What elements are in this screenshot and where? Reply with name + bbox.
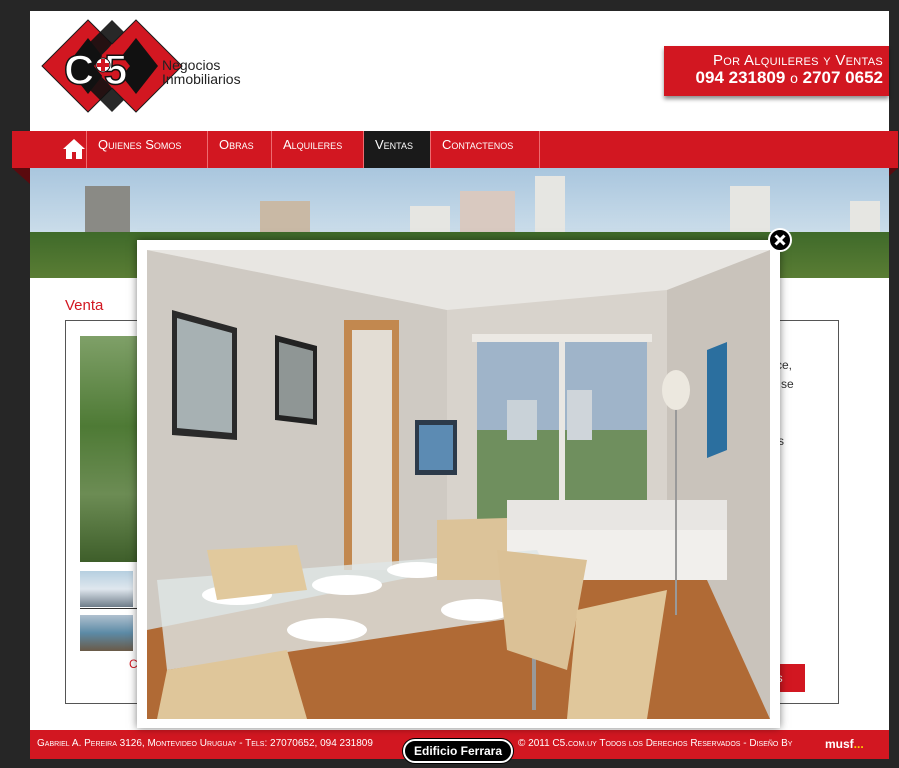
nav-item-contactenos[interactable]: Contactenos	[431, 131, 539, 168]
designer-logo[interactable]: musf...	[825, 731, 864, 757]
site-logo[interactable]: C 5 Negocios Inmobiliarios	[40, 18, 241, 128]
lightbox-photo	[147, 250, 770, 719]
logo-line2: Inmobiliarios	[162, 71, 241, 87]
nav-item-obras[interactable]: Obras	[208, 131, 271, 168]
main-nav: Quienes Somos Obras Alquileres Ventas Co…	[12, 131, 898, 168]
logo-wordmark: Negocios Inmobiliarios	[162, 58, 241, 86]
section-title: Venta	[65, 297, 104, 314]
phone-1: 094 231809	[695, 68, 786, 87]
lightbox-modal	[137, 240, 780, 728]
designer-name: musf	[825, 737, 854, 751]
contact-banner: Por Alquileres y Ventas 094 231809 o 270…	[664, 46, 889, 96]
description-text-fragment: se	[781, 377, 794, 391]
nav-divider	[539, 131, 540, 168]
thumbnail-pool[interactable]	[80, 615, 133, 651]
nav-ribbon-fold-left	[12, 168, 30, 184]
phone-separator: o	[790, 70, 798, 86]
lightbox-caption: Edificio Ferrara	[403, 739, 513, 763]
nav-item-alquileres[interactable]: Alquileres	[272, 131, 363, 168]
svg-text:C: C	[64, 46, 94, 93]
living-room-photo-icon	[147, 250, 770, 719]
nav-item-quienes-somos[interactable]: Quienes Somos	[87, 131, 207, 168]
close-icon[interactable]	[768, 228, 792, 252]
main-property-photo[interactable]	[80, 336, 138, 562]
nav-item-ventas[interactable]: Ventas	[364, 131, 430, 168]
contact-heading: Por Alquileres y Ventas	[712, 52, 883, 69]
phone-2: 2707 0652	[802, 68, 883, 87]
footer-address: Gabriel A. Pereira 3126, Montevideo Urug…	[37, 738, 373, 749]
footer-copyright: © 2011 C5.com.uy Todos los Derechos Rese…	[518, 738, 793, 749]
thumbnail-building[interactable]	[80, 571, 133, 607]
thumbnail-divider	[80, 608, 138, 609]
contact-phones: 094 231809 o 2707 0652	[696, 68, 883, 88]
home-icon[interactable]	[62, 137, 86, 161]
